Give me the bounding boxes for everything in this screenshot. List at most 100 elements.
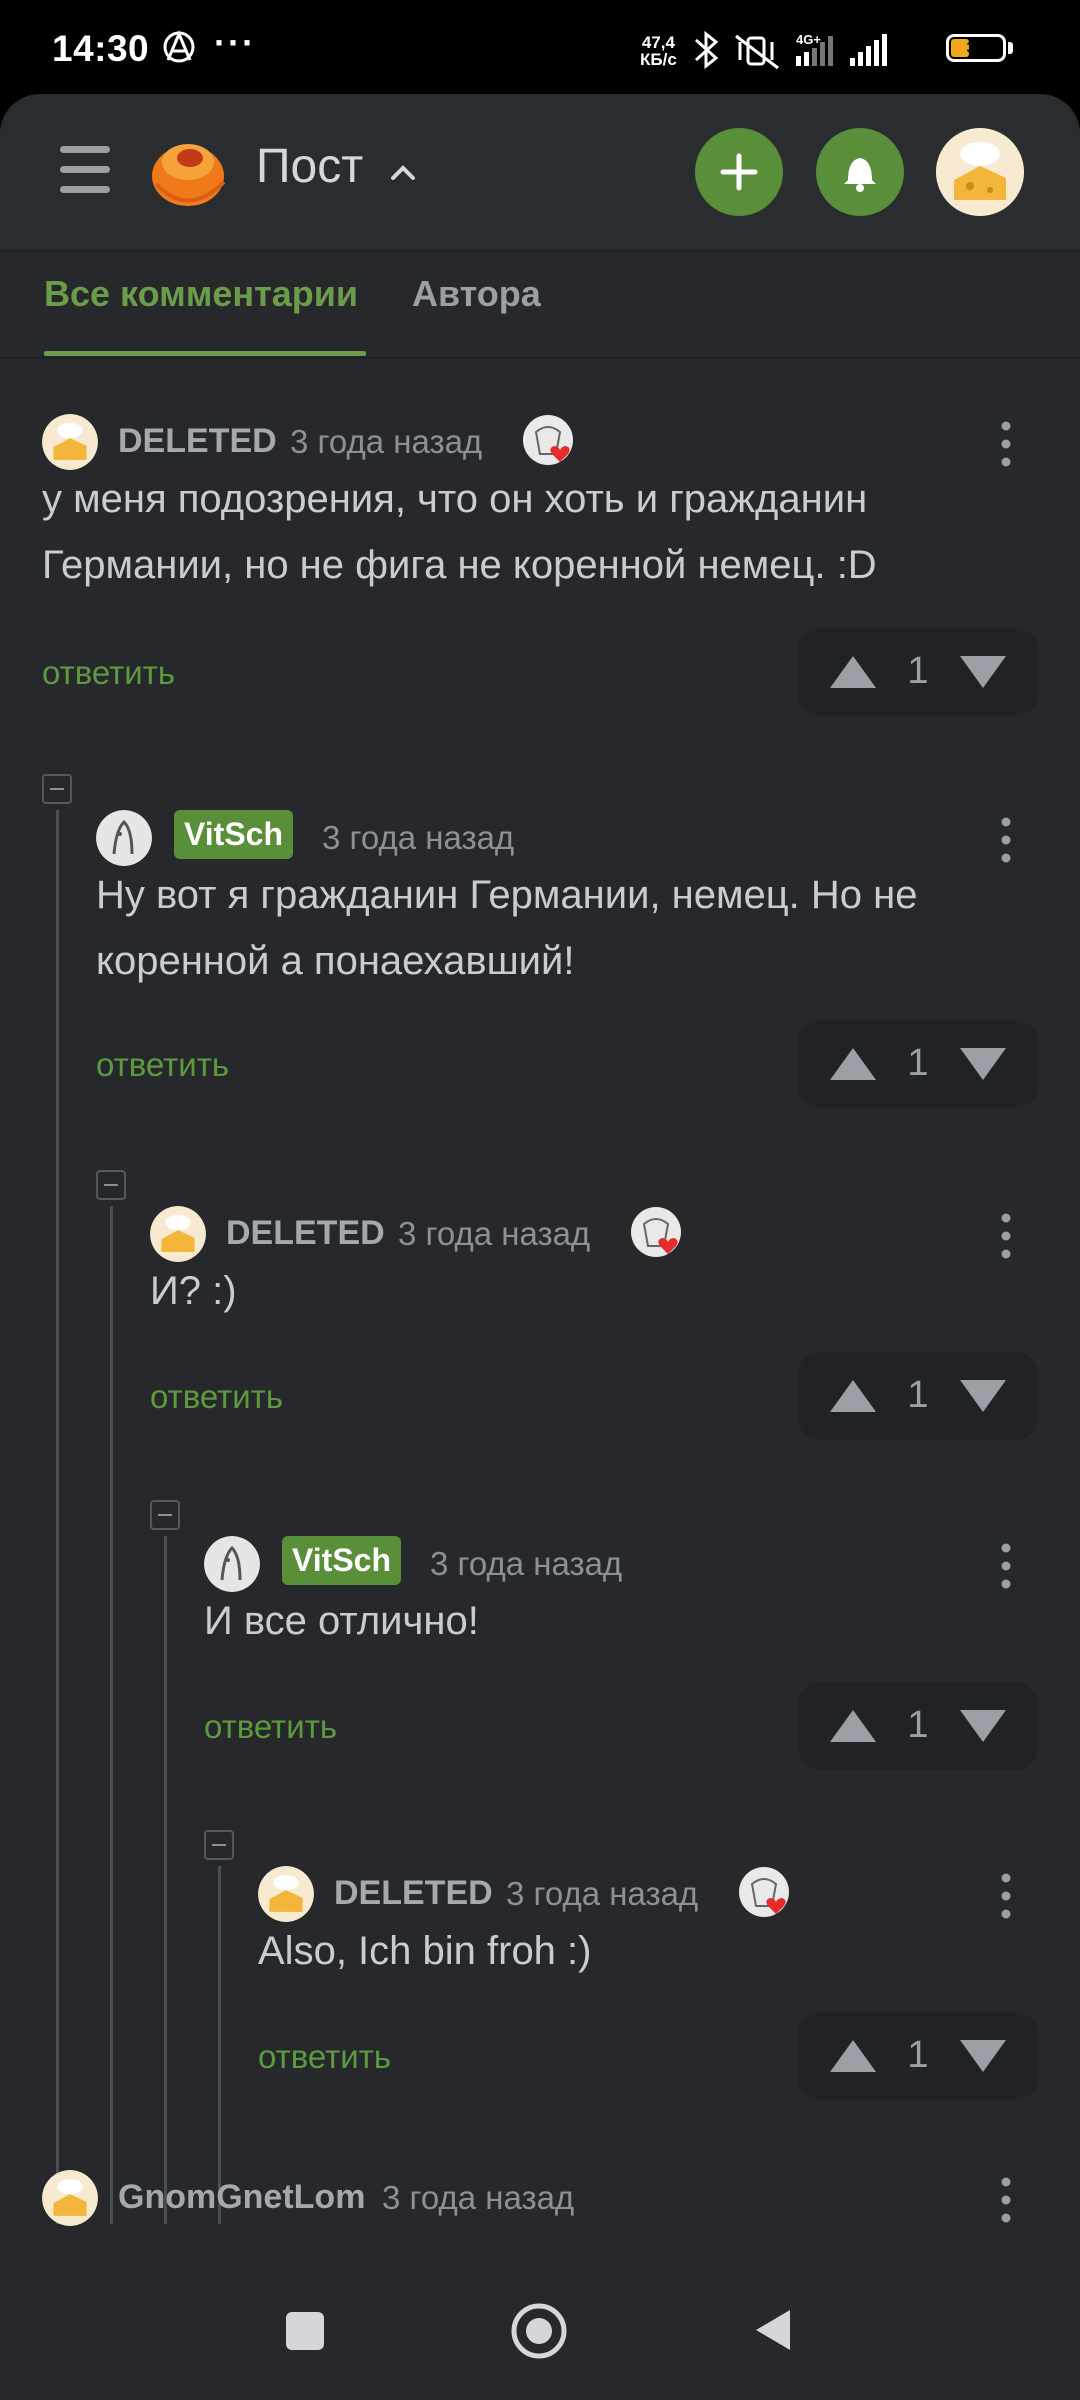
comment-tabs: Все комментарии Автора bbox=[0, 251, 1080, 359]
reply-link[interactable]: ответить bbox=[258, 2038, 391, 2076]
more-options-icon[interactable] bbox=[1000, 1212, 1012, 1260]
plus-icon bbox=[720, 153, 758, 191]
signal-4g-icon: 4G+ bbox=[796, 32, 833, 66]
comment-text: у меня подозрения, что он хоть и граждан… bbox=[42, 477, 877, 587]
vote-count: 1 bbox=[907, 1704, 929, 1746]
upvote-icon[interactable] bbox=[828, 1044, 878, 1084]
signal-icon bbox=[850, 34, 887, 66]
comment-author[interactable]: DELETED bbox=[226, 1214, 385, 1253]
more-options-icon[interactable] bbox=[1000, 2176, 1012, 2224]
comment: GnomGnetLom 3 года назад bbox=[42, 2170, 1040, 2280]
active-tab-indicator bbox=[44, 351, 366, 356]
reply-link[interactable]: ответить bbox=[96, 1046, 229, 1084]
vote-control: 1 bbox=[798, 628, 1038, 716]
cheese-avatar-icon bbox=[258, 1866, 314, 1922]
author-badge-icon bbox=[739, 1867, 789, 1917]
cheese-avatar-icon bbox=[150, 1206, 206, 1262]
vote-count: 1 bbox=[907, 1042, 929, 1084]
thread-line bbox=[164, 1536, 167, 2224]
downvote-icon[interactable] bbox=[958, 652, 1008, 692]
reply-link[interactable]: ответить bbox=[204, 1708, 337, 1746]
thread-line bbox=[56, 810, 59, 2224]
status-bar: 14:30 ··· 47,4 КБ/с 4G+ 36 bbox=[0, 0, 1080, 95]
status-icons: 4G+ bbox=[694, 30, 887, 70]
vote-count: 1 bbox=[907, 650, 929, 692]
comment-text: Also, Ich bin froh :) bbox=[258, 1929, 592, 1973]
chevron-up-icon[interactable] bbox=[388, 158, 418, 188]
comment: DELETED 3 года назад И? :) ответить 1 bbox=[150, 1206, 1040, 1506]
avatar[interactable] bbox=[42, 414, 98, 470]
comment: VitSch 3 года назад Ну вот я гражданин Г… bbox=[96, 810, 1040, 1190]
app-header: Пост bbox=[0, 94, 1080, 252]
more-options-icon[interactable] bbox=[1000, 420, 1012, 468]
notifications-button[interactable] bbox=[816, 128, 904, 216]
comment-text: И? :) bbox=[150, 1269, 237, 1313]
comment-author[interactable]: VitSch bbox=[282, 1536, 401, 1585]
add-post-button[interactable] bbox=[695, 128, 783, 216]
rat-avatar-icon bbox=[96, 810, 152, 866]
comment-author[interactable]: DELETED bbox=[334, 1874, 493, 1913]
cheese-avatar-icon bbox=[936, 128, 1024, 216]
downvote-icon[interactable] bbox=[958, 1376, 1008, 1416]
downvote-icon[interactable] bbox=[958, 1044, 1008, 1084]
rat-avatar-icon bbox=[204, 1536, 260, 1592]
back-button[interactable] bbox=[752, 2306, 794, 2354]
bluetooth-icon bbox=[694, 30, 719, 70]
battery-icon: 36 bbox=[946, 34, 1006, 62]
cheese-avatar-icon bbox=[42, 414, 98, 470]
pikabu-logo[interactable] bbox=[150, 132, 232, 212]
comment-text: Ну вот я гражданин Германии, немец. Но н… bbox=[96, 873, 918, 983]
comment: DELETED 3 года назад Also, Ich bin froh … bbox=[258, 1866, 1040, 2166]
vote-control: 1 bbox=[798, 1682, 1038, 1770]
svg-text:4G+: 4G+ bbox=[796, 32, 821, 47]
avatar[interactable] bbox=[204, 1536, 260, 1592]
thread-line bbox=[110, 1206, 113, 2224]
avatar[interactable] bbox=[258, 1866, 314, 1922]
tab-all-comments[interactable]: Все комментарии bbox=[44, 273, 358, 315]
upvote-icon[interactable] bbox=[828, 2036, 878, 2076]
comment-time: 3 года назад bbox=[290, 423, 483, 460]
more-options-icon[interactable] bbox=[1000, 1872, 1012, 1920]
comment-author[interactable]: DELETED bbox=[118, 422, 277, 461]
bell-icon bbox=[844, 158, 876, 192]
more-options-icon[interactable] bbox=[1000, 1542, 1012, 1590]
comment-time: 3 года назад bbox=[322, 819, 515, 856]
tab-author[interactable]: Автора bbox=[412, 273, 541, 315]
vote-control: 1 bbox=[798, 1020, 1038, 1108]
home-button[interactable] bbox=[510, 2302, 568, 2360]
reply-link[interactable]: ответить bbox=[150, 1378, 283, 1416]
author-badge-icon bbox=[523, 415, 573, 465]
app-window: Пост Все комментарии Автора DELETED 3 го… bbox=[0, 94, 1080, 2280]
vote-control: 1 bbox=[798, 2012, 1038, 2100]
avatar[interactable] bbox=[150, 1206, 206, 1262]
status-time: 14:30 bbox=[52, 28, 150, 69]
upvote-icon[interactable] bbox=[828, 1376, 878, 1416]
network-speed: 47,4 КБ/с bbox=[640, 33, 677, 69]
avatar[interactable] bbox=[42, 2170, 98, 2226]
author-badge-icon bbox=[631, 1207, 681, 1257]
avatar[interactable] bbox=[96, 810, 152, 866]
comment: VitSch 3 года назад И все отлично! ответ… bbox=[204, 1536, 1040, 1836]
comment-time: 3 года назад bbox=[430, 1545, 623, 1582]
comment-text: И все отлично! bbox=[204, 1599, 479, 1643]
user-avatar[interactable] bbox=[936, 128, 1024, 216]
downvote-icon[interactable] bbox=[958, 1706, 1008, 1746]
cheese-avatar-icon bbox=[42, 2170, 98, 2226]
recent-apps-button[interactable] bbox=[286, 2312, 324, 2350]
more-notifications-icon: ··· bbox=[214, 22, 256, 63]
reply-link[interactable]: ответить bbox=[42, 654, 175, 692]
vibrate-off-icon bbox=[735, 34, 779, 70]
page-title[interactable]: Пост bbox=[256, 139, 363, 194]
vote-control: 1 bbox=[798, 1352, 1038, 1440]
downvote-icon[interactable] bbox=[958, 2036, 1008, 2076]
menu-icon[interactable] bbox=[60, 146, 110, 194]
vote-count: 1 bbox=[907, 1374, 929, 1416]
comment-author[interactable]: GnomGnetLom bbox=[118, 2178, 365, 2217]
comment-time: 3 года назад bbox=[506, 1875, 699, 1912]
comment-author[interactable]: VitSch bbox=[174, 810, 293, 859]
upvote-icon[interactable] bbox=[828, 652, 878, 692]
comment: DELETED 3 года назад у меня подозрения, … bbox=[42, 414, 1040, 794]
more-options-icon[interactable] bbox=[1000, 816, 1012, 864]
upvote-icon[interactable] bbox=[828, 1706, 878, 1746]
comment-time: 3 года назад bbox=[398, 1215, 591, 1252]
